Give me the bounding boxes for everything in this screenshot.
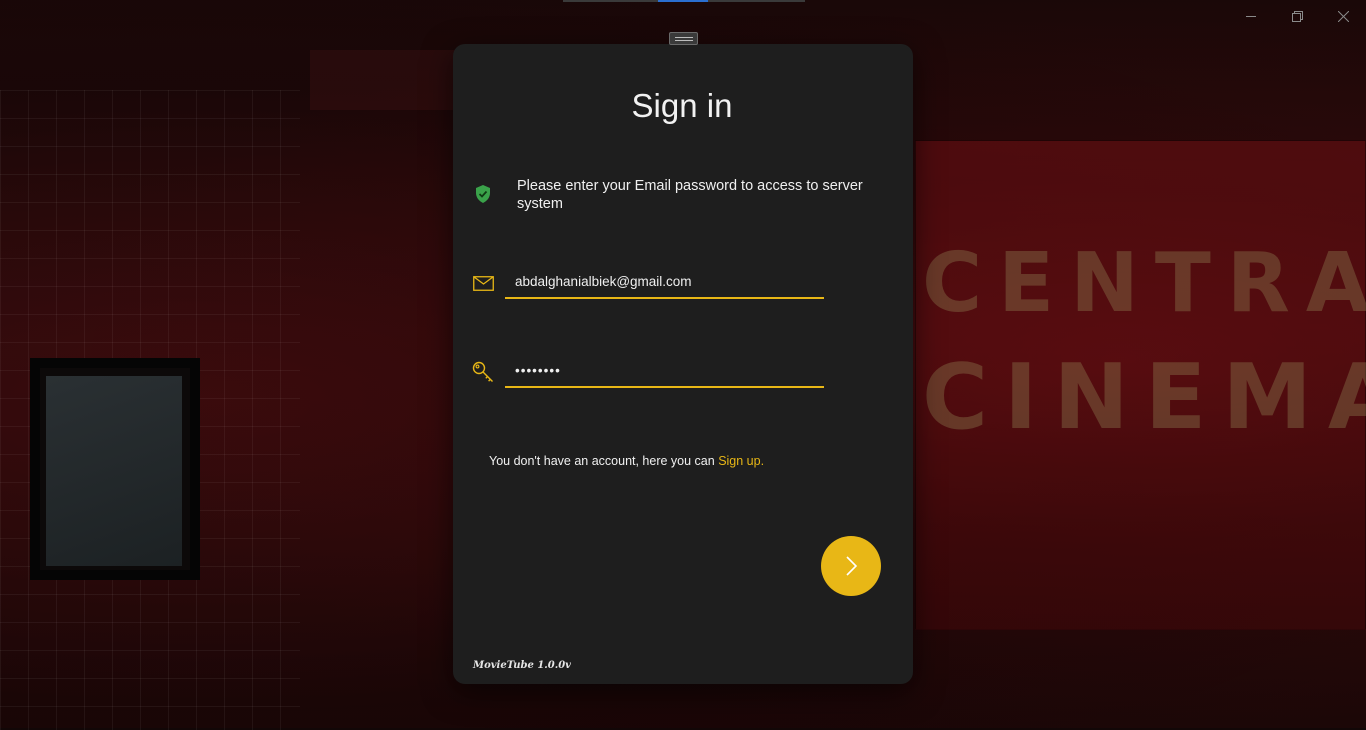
title-bar-indicator xyxy=(563,0,805,2)
background-sign-cinema: CINEMA xyxy=(922,345,1366,450)
email-field[interactable] xyxy=(505,265,824,297)
signup-prompt-text: You don't have an account, here you can xyxy=(489,454,719,468)
background-shelf xyxy=(310,50,460,110)
email-field-wrapper xyxy=(505,265,824,299)
minimize-icon xyxy=(1245,15,1256,17)
close-icon xyxy=(1337,10,1349,22)
password-field[interactable] xyxy=(505,354,824,386)
page-title: Sign in xyxy=(631,87,733,124)
chevron-right-icon xyxy=(846,556,858,576)
signin-submit-button[interactable] xyxy=(821,536,881,596)
shield-check-icon xyxy=(476,185,490,203)
window-controls xyxy=(1228,0,1366,32)
signin-notice: Please enter your Email password to acce… xyxy=(517,178,863,212)
password-field-wrapper xyxy=(505,354,824,388)
drag-handle[interactable] xyxy=(669,32,698,45)
app-version: MovieTube 1.0.0v xyxy=(473,660,571,671)
restore-icon xyxy=(1291,10,1303,22)
signup-prompt: You don't have an account, here you can … xyxy=(489,454,764,468)
key-icon xyxy=(472,361,493,382)
background-poster xyxy=(46,376,182,566)
background-sign-central: CENTRAL xyxy=(922,236,1366,331)
close-button[interactable] xyxy=(1320,0,1366,32)
signup-link[interactable]: Sign up. xyxy=(718,454,764,468)
minimize-button[interactable] xyxy=(1228,0,1274,32)
mail-icon xyxy=(473,276,494,291)
restore-button[interactable] xyxy=(1274,0,1320,32)
